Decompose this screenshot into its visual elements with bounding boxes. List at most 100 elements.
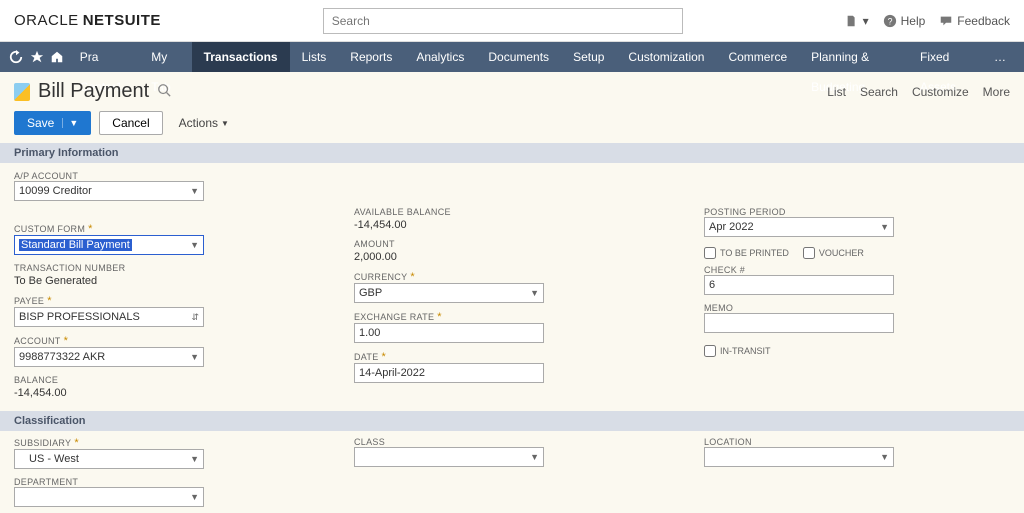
label-posting-period: POSTING PERIOD [704,207,1024,217]
ap-account-select[interactable]: 10099 Creditor▼ [14,181,204,201]
field-amount: AMOUNT 2,000.00 [354,239,684,263]
nav: Pra Center1 My Tab Transactions Lists Re… [0,42,1024,72]
field-department: DEPARTMENT ▼ [14,477,334,507]
save-button[interactable]: Save ▼ [14,111,91,135]
star-icon[interactable] [27,42,48,72]
double-chevron-icon: ⇵ [191,312,199,323]
chevron-down-icon: ▼ [190,352,199,362]
toolbar: Save ▼ Cancel Actions ▼ [0,107,1024,143]
nav-planning-budgeting[interactable]: Planning & Budgeting [799,42,908,72]
nav-pra-center1[interactable]: Pra Center1 [68,42,140,72]
search-input[interactable] [323,8,683,34]
date-input[interactable]: 14-April-2022 [354,363,544,383]
field-class: CLASS ▼ [354,437,684,467]
nav-more-icon[interactable]: … [982,50,1018,64]
label-ap-account: A/P ACCOUNT [14,171,334,181]
exchange-rate-input[interactable]: 1.00 [354,323,544,343]
chevron-down-icon: ▼ [530,288,539,298]
field-memo: MEMO [704,303,1024,333]
field-location: LOCATION ▼ [704,437,1024,467]
page-title: Bill Payment [38,80,149,103]
posting-period-select[interactable]: Apr 2022▼ [704,217,894,237]
svg-text:?: ? [887,16,892,26]
nav-transactions[interactable]: Transactions [192,42,290,72]
field-posting-period: POSTING PERIOD Apr 2022▼ [704,207,1024,237]
to-be-printed-checkbox[interactable]: TO BE PRINTED [704,247,789,259]
field-payee: PAYEE* BISP PROFESSIONALS⇵ [14,295,334,327]
chevron-down-icon: ▼ [190,240,199,250]
classif-col2: CLASS ▼ [354,437,684,513]
logo: ORACLE NETSUITE [14,12,161,29]
save-dropdown-caret[interactable]: ▼ [62,118,78,128]
actions-label: Actions [179,116,218,130]
custom-form-select[interactable]: Standard Bill Payment▼ [14,235,204,255]
class-select[interactable]: ▼ [354,447,544,467]
label-amount: AMOUNT [354,239,684,249]
feedback-label: Feedback [957,14,1010,28]
field-avail-balance: AVAILABLE BALANCE -14,454.00 [354,207,684,231]
currency-select[interactable]: GBP▼ [354,283,544,303]
history-icon[interactable] [6,42,27,72]
balance-value: -14,454.00 [14,385,334,399]
nav-my-tab[interactable]: My Tab [139,42,191,72]
location-select[interactable]: ▼ [704,447,894,467]
avail-balance-value: -14,454.00 [354,217,684,231]
chevron-down-icon: ▼ [221,119,229,128]
save-button-label: Save [27,116,54,130]
page-header-right: List Search Customize More [827,85,1010,99]
help-button[interactable]: ? Help [883,14,926,28]
cancel-button[interactable]: Cancel [99,111,162,135]
link-list[interactable]: List [827,85,846,99]
field-exchange-rate: EXCHANGE RATE* 1.00 [354,311,684,343]
chevron-down-icon: ▼ [880,222,889,232]
nav-analytics[interactable]: Analytics [404,42,476,72]
classif-col3: LOCATION ▼ [704,437,1024,513]
actions-menu[interactable]: Actions ▼ [179,116,229,130]
label-balance: BALANCE [14,375,334,385]
page-search-icon[interactable] [157,83,171,100]
nav-customization[interactable]: Customization [616,42,716,72]
roles-icon[interactable]: ▾ [845,14,869,28]
payee-select[interactable]: BISP PROFESSIONALS⇵ [14,307,204,327]
chevron-down-icon: ▼ [530,452,539,462]
check-no-input[interactable]: 6 [704,275,894,295]
topbar: ORACLE NETSUITE ▾ ? Help Feedback [0,0,1024,42]
nav-reports[interactable]: Reports [338,42,404,72]
nav-lists[interactable]: Lists [290,42,339,72]
top-icons: ▾ ? Help Feedback [845,14,1010,28]
field-txn-number: TRANSACTION NUMBER To Be Generated [14,263,334,287]
voucher-checkbox[interactable]: VOUCHER [803,247,864,259]
nav-fixed-assets[interactable]: Fixed Assets [908,42,982,72]
nav-setup[interactable]: Setup [561,42,616,72]
label-avail-balance: AVAILABLE BALANCE [354,207,684,217]
home-icon[interactable] [47,42,68,72]
feedback-button[interactable]: Feedback [939,14,1010,28]
chevron-down-icon: ▼ [190,454,199,464]
primary-col2: AVAILABLE BALANCE -14,454.00 AMOUNT 2,00… [354,171,684,405]
section-primary: Primary Information [0,143,1024,163]
logo-netsuite: NETSUITE [83,12,161,29]
subsidiary-select[interactable]: US - West▼ [14,449,204,469]
account-select[interactable]: 9988773322 AKR▼ [14,347,204,367]
label-exchange-rate: EXCHANGE RATE* [354,311,684,323]
nav-documents[interactable]: Documents [476,42,561,72]
label-currency: CURRENCY* [354,271,684,283]
label-account: ACCOUNT* [14,335,334,347]
field-check-no: CHECK # 6 [704,265,1024,295]
in-transit-checkbox[interactable]: IN-TRANSIT [704,345,1024,357]
chevron-down-icon: ▼ [190,492,199,502]
section-classification: Classification [0,411,1024,431]
department-select[interactable]: ▼ [14,487,204,507]
primary-col3: POSTING PERIOD Apr 2022▼ TO BE PRINTED V… [704,171,1024,405]
label-payee: PAYEE* [14,295,334,307]
link-more[interactable]: More [983,85,1010,99]
memo-input[interactable] [704,313,894,333]
search-wrap [181,8,825,34]
nav-commerce[interactable]: Commerce [716,42,799,72]
link-search[interactable]: Search [860,85,898,99]
label-date: DATE* [354,351,684,363]
label-location: LOCATION [704,437,1024,447]
label-txn-number: TRANSACTION NUMBER [14,263,334,273]
link-customize[interactable]: Customize [912,85,969,99]
help-label: Help [901,14,926,28]
